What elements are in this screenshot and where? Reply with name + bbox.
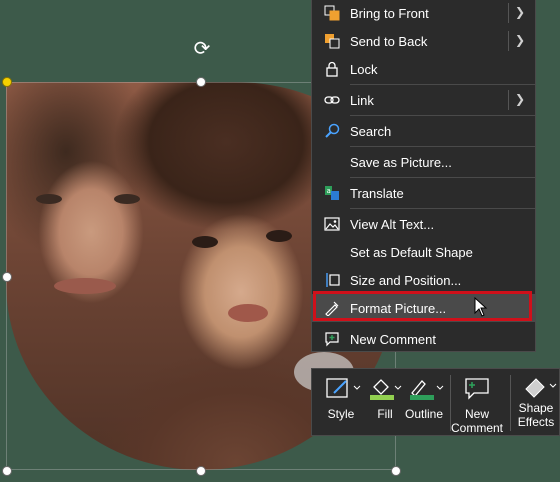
menu-item-label: Send to Back: [350, 34, 428, 49]
format-picture-icon: [324, 300, 340, 316]
chevron-right-icon[interactable]: ❯: [515, 33, 525, 47]
submenu-divider: [508, 31, 509, 51]
context-menu: Bring to Front ❯ Send to Back ❯ Lock Lin…: [311, 0, 536, 352]
resize-handle-bottom-left[interactable]: [2, 466, 12, 476]
menu-item-view-alt-text[interactable]: View Alt Text...: [312, 210, 535, 238]
mouse-pointer-icon: [474, 296, 488, 322]
menu-separator: [350, 115, 535, 116]
shape-effects-label: Shape Effects: [512, 401, 560, 429]
picture-detail: [54, 278, 116, 294]
outline-pen-icon: [400, 375, 448, 401]
new-comment-label-line1: New: [464, 407, 489, 421]
menu-item-lock[interactable]: Lock: [312, 55, 535, 83]
menu-item-send-to-back[interactable]: Send to Back ❯: [312, 27, 535, 55]
rotate-handle-icon[interactable]: ⟳: [191, 38, 213, 60]
new-comment-button[interactable]: New Comment: [450, 369, 504, 435]
menu-separator: [350, 84, 535, 85]
comment-icon: [450, 375, 504, 401]
send-to-back-icon: [324, 33, 340, 49]
translate-icon: a: [324, 185, 340, 201]
menu-item-label: Translate: [350, 186, 404, 201]
outline-label: Outline: [404, 407, 444, 421]
menu-item-link[interactable]: Link ❯: [312, 86, 535, 114]
shape-effects-label-line2: Effects: [517, 415, 555, 429]
menu-item-label: Save as Picture...: [350, 155, 452, 170]
menu-item-label: Lock: [350, 62, 378, 77]
menu-separator: [350, 208, 535, 209]
picture-detail: [36, 194, 62, 204]
menu-separator: [350, 177, 535, 178]
shape-style-icon: [318, 375, 364, 401]
mini-toolbar: Style Fill Outline New Comment Shape Eff…: [311, 368, 560, 436]
submenu-divider: [508, 3, 509, 23]
alt-text-icon: [324, 216, 340, 232]
style-label: Style: [327, 407, 355, 421]
menu-item-size-and-position[interactable]: Size and Position...: [312, 266, 535, 294]
lock-icon: [324, 61, 340, 77]
resize-handle-top[interactable]: [196, 77, 206, 87]
menu-item-label: View Alt Text...: [350, 217, 435, 232]
bring-to-front-icon: [324, 5, 340, 21]
new-comment-label-line2: Comment: [450, 421, 503, 435]
menu-item-search[interactable]: Search: [312, 117, 535, 145]
menu-item-label: Link: [350, 93, 374, 108]
menu-item-label: Format Picture...: [350, 301, 447, 316]
menu-item-label: Set as Default Shape: [350, 245, 473, 260]
shape-effects-button[interactable]: Shape Effects: [512, 369, 560, 435]
menu-item-bring-to-front[interactable]: Bring to Front ❯: [312, 0, 535, 27]
svg-text:a: a: [327, 187, 331, 195]
submenu-divider: [508, 90, 509, 110]
menu-item-label: Bring to Front: [350, 6, 429, 21]
menu-item-format-picture[interactable]: Format Picture...: [312, 294, 535, 322]
comment-icon: [324, 331, 340, 347]
menu-separator: [350, 146, 535, 147]
resize-handle-bottom-right[interactable]: [391, 466, 401, 476]
style-button[interactable]: Style: [318, 369, 364, 435]
picture-detail: [228, 304, 268, 322]
shape-effects-label-line1: Shape: [518, 401, 554, 415]
chevron-right-icon[interactable]: ❯: [515, 5, 525, 19]
menu-item-set-default-shape[interactable]: Set as Default Shape: [312, 238, 535, 266]
picture-detail: [266, 230, 292, 242]
size-position-icon: [324, 272, 340, 288]
resize-handle-bottom[interactable]: [196, 466, 206, 476]
menu-item-save-as-picture[interactable]: Save as Picture...: [312, 148, 535, 176]
resize-handle-left[interactable]: [2, 272, 12, 282]
search-icon: [324, 123, 340, 139]
menu-item-label: Size and Position...: [350, 273, 462, 288]
menu-item-label: New Comment: [350, 332, 436, 347]
menu-item-translate[interactable]: a Translate: [312, 179, 535, 207]
chevron-right-icon[interactable]: ❯: [515, 92, 525, 106]
link-icon: [324, 92, 340, 108]
picture-detail: [114, 194, 140, 204]
picture-detail: [192, 236, 218, 248]
adjust-handle[interactable]: [2, 77, 12, 87]
menu-item-label: Search: [350, 124, 392, 139]
new-comment-label: New Comment: [450, 407, 504, 435]
toolbar-separator: [510, 375, 511, 431]
outline-button[interactable]: Outline: [400, 369, 448, 435]
menu-item-new-comment[interactable]: New Comment: [312, 325, 535, 353]
shape-effects-icon: [512, 375, 560, 401]
